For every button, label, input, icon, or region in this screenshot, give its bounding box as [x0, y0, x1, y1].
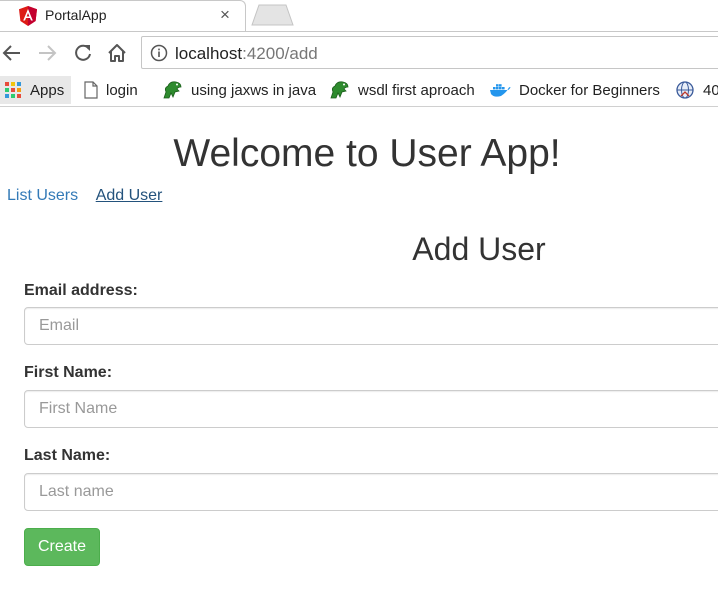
forward-arrow-icon[interactable]: [36, 42, 58, 64]
email-field[interactable]: [24, 307, 718, 345]
bookmark-docker[interactable]: Docker for Beginners: [489, 77, 660, 103]
first-name-label: First Name:: [24, 364, 113, 381]
tab-title: PortalApp: [45, 7, 107, 23]
back-arrow-icon[interactable]: [1, 42, 23, 64]
page-icon: [84, 81, 98, 99]
bookmark-using-jaxws[interactable]: using jaxws in java: [161, 77, 316, 103]
bookmark-wsdl-first[interactable]: wsdl first aproach: [328, 77, 475, 103]
info-icon[interactable]: [150, 44, 168, 62]
url-host: localhost: [175, 44, 243, 63]
reload-icon[interactable]: [72, 42, 94, 64]
last-name-label: Last Name:: [24, 447, 111, 464]
globe-icon: [676, 81, 694, 99]
bookmark-login[interactable]: login: [84, 77, 138, 103]
docker-whale-icon: [490, 84, 511, 97]
bookmark-apps[interactable]: Apps: [0, 76, 72, 104]
create-button[interactable]: Create: [24, 528, 100, 566]
bookmark-label: 40: [703, 81, 718, 99]
angular-logo-icon: [19, 6, 37, 26]
bookmark-label: Docker for Beginners: [519, 81, 660, 99]
address-bar[interactable]: localhost:4200/add: [141, 36, 718, 69]
bookmark-label: login: [106, 81, 138, 99]
bookmarks-bar: Apps login using jaxws in java wsdl firs…: [0, 73, 718, 107]
form-heading: Add User: [412, 231, 546, 267]
browser-toolbar: localhost:4200/add: [0, 31, 718, 73]
dinosaur-icon: [163, 81, 182, 99]
dinosaur-icon: [330, 81, 349, 99]
nav-link-add-user[interactable]: Add User: [96, 187, 163, 204]
close-tab-icon[interactable]: ×: [216, 6, 234, 24]
bookmark-label: wsdl first aproach: [358, 81, 475, 99]
app-nav: List Users Add User: [7, 187, 176, 205]
nav-link-list-users[interactable]: List Users: [7, 187, 78, 204]
apps-grid-icon: [5, 82, 21, 98]
email-label: Email address:: [24, 282, 138, 299]
bookmark-label: Apps: [30, 81, 65, 99]
url-path: :4200/add: [242, 44, 318, 63]
page-title: Welcome to User App!: [173, 132, 561, 175]
bookmark-label: using jaxws in java: [191, 81, 317, 99]
last-name-field[interactable]: [24, 473, 718, 511]
new-tab-button[interactable]: [250, 4, 294, 26]
bookmark-40[interactable]: 40: [675, 77, 718, 103]
first-name-field[interactable]: [24, 390, 718, 428]
browser-tab-strip: PortalApp ×: [0, 0, 718, 32]
url-text: localhost:4200/add: [175, 44, 318, 64]
browser-tab[interactable]: PortalApp ×: [0, 0, 246, 31]
home-icon[interactable]: [106, 42, 128, 64]
